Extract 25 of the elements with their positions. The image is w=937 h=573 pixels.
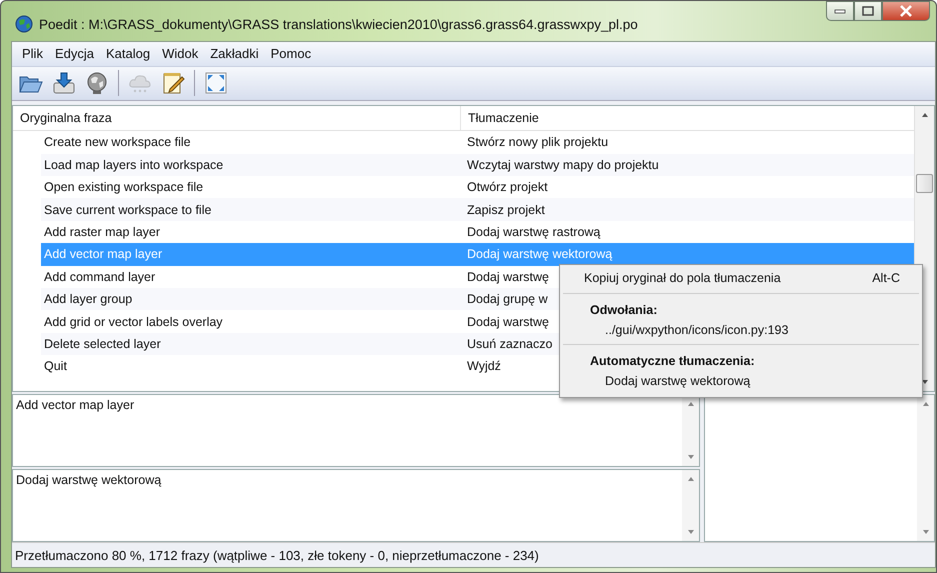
table-cell-text: Delete selected layer — [43, 336, 161, 351]
table-cell-text: Add raster map layer — [43, 225, 160, 240]
table-cell: Stwórz nowy plik projektu — [467, 135, 608, 150]
table-cell: Zapisz projekt — [467, 202, 545, 217]
table-cell: Dodaj warstwę — [467, 270, 549, 284]
table-cell-text: Create new workspace file — [43, 135, 191, 150]
table-cell-text: Load map layers into workspace — [43, 158, 224, 172]
table-cell-text: Add grid or vector labels overlay — [43, 314, 223, 329]
table-cell: Wyjdź — [467, 359, 501, 374]
table-cell: Dodaj grupę w — [467, 292, 548, 306]
table-cell-text: Add command layer — [43, 270, 156, 284]
window-title: Poedit : M:\GRASS_dokumenty\GRASS translations\kwiecien2010\grass6.grass64.grasswxpy_pl.po — [39, 16, 638, 32]
table-cell-text: Quit — [43, 359, 67, 374]
menu-heading: Automatyczne tłumaczenia: — [589, 353, 756, 370]
table-cell-text: Open existing workspace file — [43, 180, 204, 194]
table-cell-text: Add layer group — [43, 292, 132, 306]
table-cell: Otwórz projekt — [467, 180, 548, 194]
table-cell: Dodaj warstwę wektorową — [467, 247, 612, 262]
table-cell: Dodaj warstwę — [467, 314, 549, 329]
status-bar: Przetłumaczono 80 %, 1712 frazy (wątpliwe - 103, złe tokeny - 0, nieprzetłumaczone - 234) — [12, 542, 935, 567]
table-cell: Dodaj warstwę rastrową — [467, 225, 600, 240]
table-cell: Usuń zaznaczo — [467, 336, 552, 351]
table-cell: Wczytaj warstwy mapy do projektu — [467, 158, 659, 172]
table-cell-text: Save current workspace to file — [43, 202, 212, 217]
table-cell-text: Add vector map layer — [43, 247, 162, 262]
